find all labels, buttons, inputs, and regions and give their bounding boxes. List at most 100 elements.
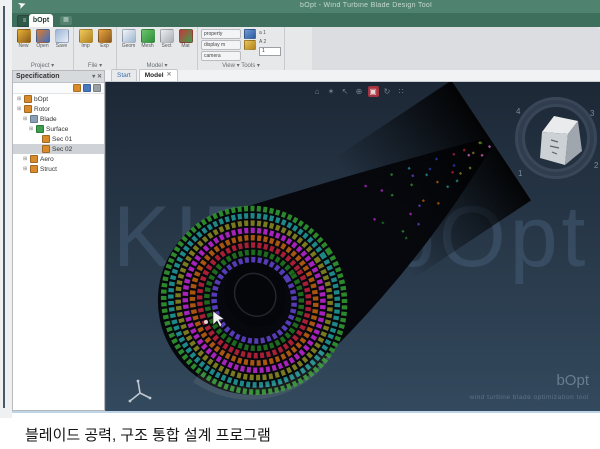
exp-icon[interactable] bbox=[97, 29, 112, 43]
nav-orientation-wheel[interactable]: 3 2 1 4 bbox=[515, 97, 599, 179]
screenshot-stage: ➤ bOpt - Wind Turbine Blade Design Tool … bbox=[0, 0, 600, 449]
mouse-cursor-icon: ➤ bbox=[16, 0, 29, 13]
tree-node-icon bbox=[24, 105, 32, 113]
tree-node-icon bbox=[36, 125, 44, 133]
left-margin-strip bbox=[0, 0, 12, 418]
view-scale-input[interactable]: 1 bbox=[259, 47, 281, 56]
tree-item-label: Sec 02 bbox=[52, 145, 73, 153]
ribbon-icon-label: Exp bbox=[100, 43, 109, 49]
tree-expander-icon[interactable]: ⊞ bbox=[23, 116, 28, 122]
tree-expander-icon[interactable]: ⊞ bbox=[17, 106, 22, 112]
viewport-toolbar: ⌂ ✶ ↖ ⊕ ▣ ↻ ∷ bbox=[284, 86, 434, 97]
window-title: bOpt - Wind Turbine Blade Design Tool bbox=[300, 2, 432, 9]
view-side-icon-1[interactable] bbox=[244, 40, 256, 50]
3d-viewport[interactable]: KIER bOpt bbox=[105, 82, 600, 411]
view-mini-label: a 1 bbox=[259, 30, 266, 36]
ribbon-tab-ghost[interactable]: ▦ bbox=[60, 16, 72, 25]
ribbon-icon-label: New bbox=[18, 43, 29, 49]
tree-item-label: Aero bbox=[40, 155, 54, 163]
view-side-icon-0[interactable] bbox=[244, 29, 256, 39]
tree-expander-icon[interactable]: ⊞ bbox=[17, 96, 22, 102]
ribbon-group-label[interactable]: Model ▾ bbox=[120, 62, 194, 69]
tree-item-struct[interactable]: ⊞ Struct bbox=[13, 164, 104, 174]
viewport-tool-1-icon[interactable]: ✶ bbox=[326, 86, 337, 97]
ribbon-tab-row: ≡ bOpt ▦ bbox=[12, 13, 600, 27]
tree-item-sec-02[interactable]: Sec 02 bbox=[13, 144, 104, 154]
viewport-tool-4-icon[interactable]: ▣ bbox=[367, 86, 379, 97]
panel-title: Specification bbox=[16, 73, 60, 80]
tree-expander-icon[interactable]: ⊞ bbox=[23, 156, 28, 162]
mat-icon[interactable] bbox=[178, 29, 193, 43]
camera-button[interactable]: camera bbox=[201, 51, 241, 61]
svg-text:1: 1 bbox=[518, 169, 523, 178]
title-bar: ➤ bOpt - Wind Turbine Blade Design Tool bbox=[12, 0, 600, 13]
nav-cube-front[interactable] bbox=[540, 132, 568, 165]
new-icon[interactable] bbox=[16, 29, 31, 43]
tree-item-label: Blade bbox=[40, 115, 57, 123]
open-icon[interactable] bbox=[35, 29, 50, 43]
ribbon-icon-label: Mesh bbox=[141, 43, 154, 49]
tree-node-icon bbox=[30, 165, 38, 173]
svg-text:4: 4 bbox=[516, 107, 521, 116]
sect-icon[interactable] bbox=[159, 29, 174, 43]
ribbon-tab-active[interactable]: bOpt bbox=[29, 14, 53, 27]
mesh-icon[interactable] bbox=[140, 29, 155, 43]
tab-close-icon[interactable]: ✕ bbox=[167, 70, 172, 81]
imp-icon[interactable] bbox=[78, 29, 93, 43]
ribbon-empty-area bbox=[312, 27, 600, 70]
ribbon-icon-label: Sect bbox=[161, 43, 172, 49]
ribbon-group-0: New Open Save Project ▾ bbox=[12, 27, 74, 70]
tree-item-surface[interactable]: ⊞ Surface bbox=[13, 124, 104, 134]
ribbon-toolbar: New Open Save Project ▾ Imp Exp File ▾ Geom Mesh… bbox=[12, 27, 312, 70]
tree-item-rotor[interactable]: ⊞ Rotor bbox=[13, 104, 104, 114]
tree-item-label: Rotor bbox=[34, 105, 50, 113]
tree-item-blade[interactable]: ⊞ Blade bbox=[13, 114, 104, 124]
view-mini-label: A 2 bbox=[259, 39, 267, 45]
panel-tool-icon-0[interactable] bbox=[73, 84, 81, 92]
ribbon-group-label[interactable]: File ▾ bbox=[77, 62, 113, 69]
ribbon-group-2: Geom Mesh Sect Mat Model ▾ bbox=[117, 27, 198, 70]
property-button[interactable]: property bbox=[201, 29, 241, 39]
viewport-tool-3-icon[interactable]: ⊕ bbox=[354, 86, 365, 97]
svg-text:3: 3 bbox=[590, 109, 595, 118]
ribbon-group-1: Imp Exp File ▾ bbox=[74, 27, 117, 70]
tree-item-bopt[interactable]: ⊞ bOpt bbox=[13, 94, 104, 104]
blade-mesh bbox=[157, 82, 532, 400]
viewport-tool-2-icon[interactable]: ↖ bbox=[340, 86, 351, 97]
panel-header: Specification ▾ ✕ bbox=[13, 71, 104, 83]
window-bottom-edge bbox=[12, 411, 600, 413]
view-tab-strip: Start Model ✕ bbox=[105, 69, 600, 82]
tree-item-label: Surface bbox=[46, 125, 69, 133]
axis-triad-icon bbox=[128, 379, 152, 403]
tree-item-sec-01[interactable]: Sec 01 bbox=[13, 134, 104, 144]
tree-node-icon bbox=[42, 145, 50, 153]
model-tree: ⊞ bOpt ⊞ Rotor ⊞ Blade ⊞ Surface Sec 01 Sec 02 ⊞… bbox=[13, 94, 104, 410]
tree-expander-icon[interactable]: ⊞ bbox=[23, 166, 28, 172]
model-tree-panel: Specification ▾ ✕ ⊞ bOpt ⊞ Rotor ⊞ Blade ⊞ Surf… bbox=[12, 70, 105, 411]
geom-icon[interactable] bbox=[121, 29, 136, 43]
view-tab-start[interactable]: Start bbox=[111, 69, 137, 81]
ribbon-group-label[interactable]: View ▾ Tools ▾ bbox=[201, 62, 281, 69]
caption-bar: 블레이드 공력, 구조 통합 설계 프로그램 bbox=[0, 418, 600, 449]
viewport-tool-6-icon[interactable]: ∷ bbox=[396, 86, 407, 97]
save-icon[interactable] bbox=[54, 29, 69, 43]
left-border-line bbox=[3, 6, 5, 408]
panel-sub-toolbar bbox=[13, 83, 104, 94]
view-tab-model[interactable]: Model ✕ bbox=[138, 69, 178, 81]
ribbon-group-label[interactable]: Project ▾ bbox=[15, 62, 70, 69]
tree-item-label: bOpt bbox=[34, 95, 49, 103]
ribbon-group-view: property display m camera a 1 A 2 1 View ▾ Too… bbox=[198, 27, 285, 70]
panel-tool-icon-2[interactable] bbox=[93, 84, 101, 92]
display-m-button[interactable]: display m bbox=[201, 40, 241, 50]
viewport-tool-0-icon[interactable]: ⌂ bbox=[312, 86, 323, 97]
blade-mesh-canvas[interactable]: 3 2 1 4 bbox=[106, 82, 600, 411]
tree-node-icon bbox=[24, 95, 32, 103]
tree-node-icon bbox=[30, 115, 38, 123]
panel-tool-icon-1[interactable] bbox=[83, 84, 91, 92]
tree-expander-icon[interactable]: ⊞ bbox=[29, 126, 34, 132]
panel-header-buttons[interactable]: ▾ ✕ bbox=[92, 71, 102, 83]
viewport-tool-5-icon[interactable]: ↻ bbox=[382, 86, 393, 97]
tree-item-label: Sec 01 bbox=[52, 135, 73, 143]
bopt-logo-subtext: wind turbine blade optimization tool bbox=[469, 394, 589, 401]
tree-item-aero[interactable]: ⊞ Aero bbox=[13, 154, 104, 164]
